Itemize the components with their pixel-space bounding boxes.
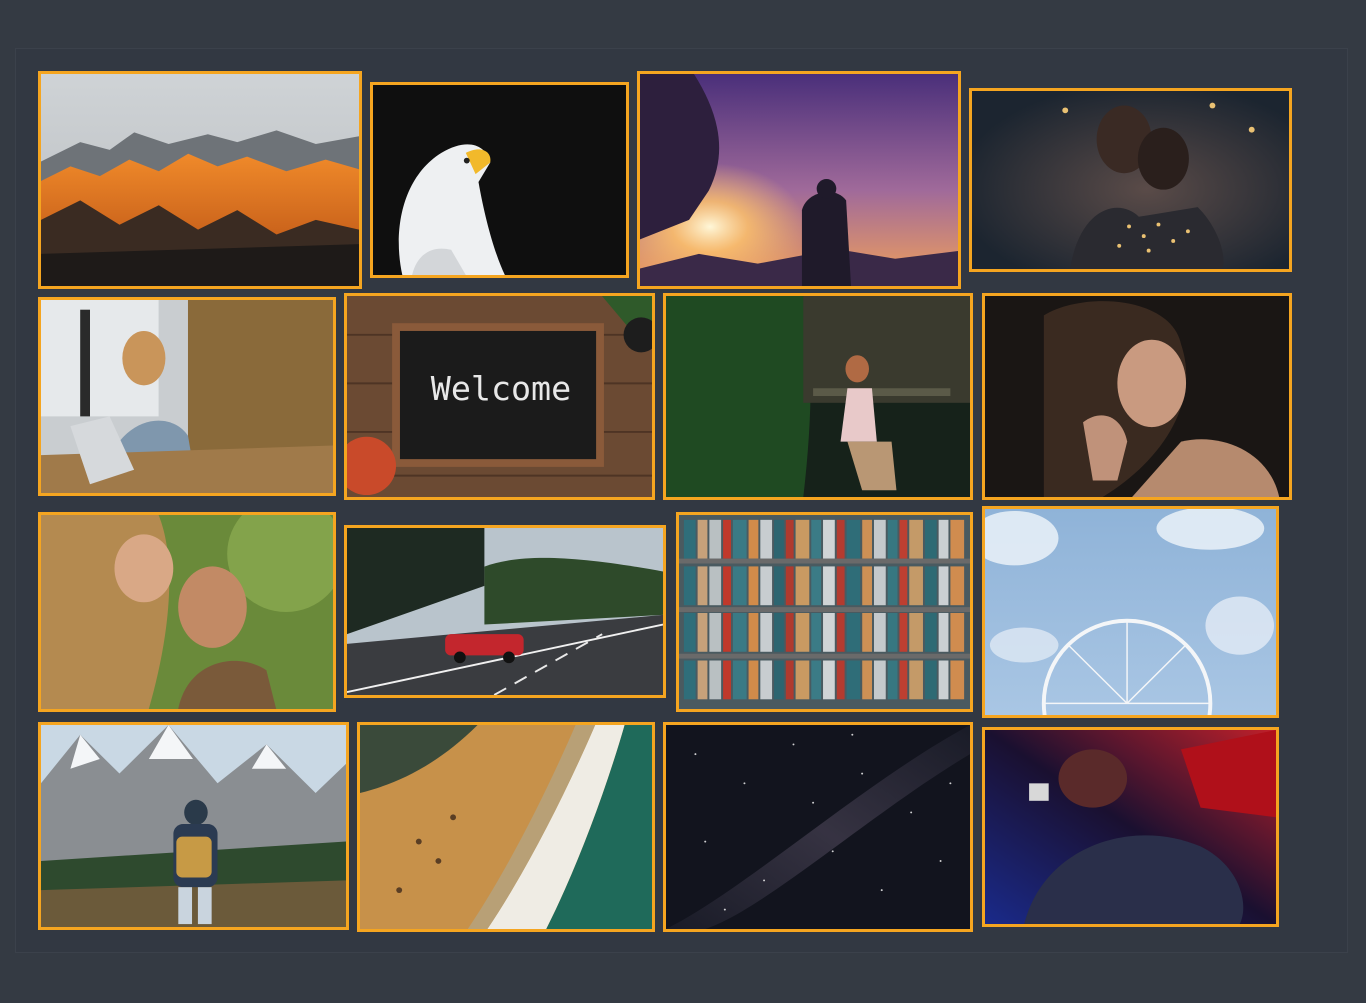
photo-woman-hair-portrait[interactable] [982,293,1292,500]
photo-beach-aerial[interactable] [357,722,655,932]
photo-welcome-sign[interactable]: Welcome [344,293,655,500]
photo-office-laptop-meeting[interactable] [38,297,336,496]
photo-hiker-sunset-purple[interactable] [637,71,961,289]
photo-red-car-road[interactable] [344,525,666,698]
photo-couple-smiling[interactable] [38,512,336,712]
photo-ferris-wheel-sky[interactable] [982,506,1279,718]
photo-red-blue-portrait[interactable] [982,727,1279,927]
photo-woman-garden-sitting[interactable] [663,293,973,500]
photo-milky-way[interactable] [663,722,973,932]
photo-bookshelf[interactable] [676,512,973,712]
photo-hiker-mountains[interactable] [38,722,349,930]
welcome-sign-text: Welcome [431,369,571,408]
photo-mountains-sunset[interactable] [38,71,362,289]
photo-bald-eagle[interactable] [370,82,629,278]
photo-two-women-fairy-lights[interactable] [969,88,1292,272]
